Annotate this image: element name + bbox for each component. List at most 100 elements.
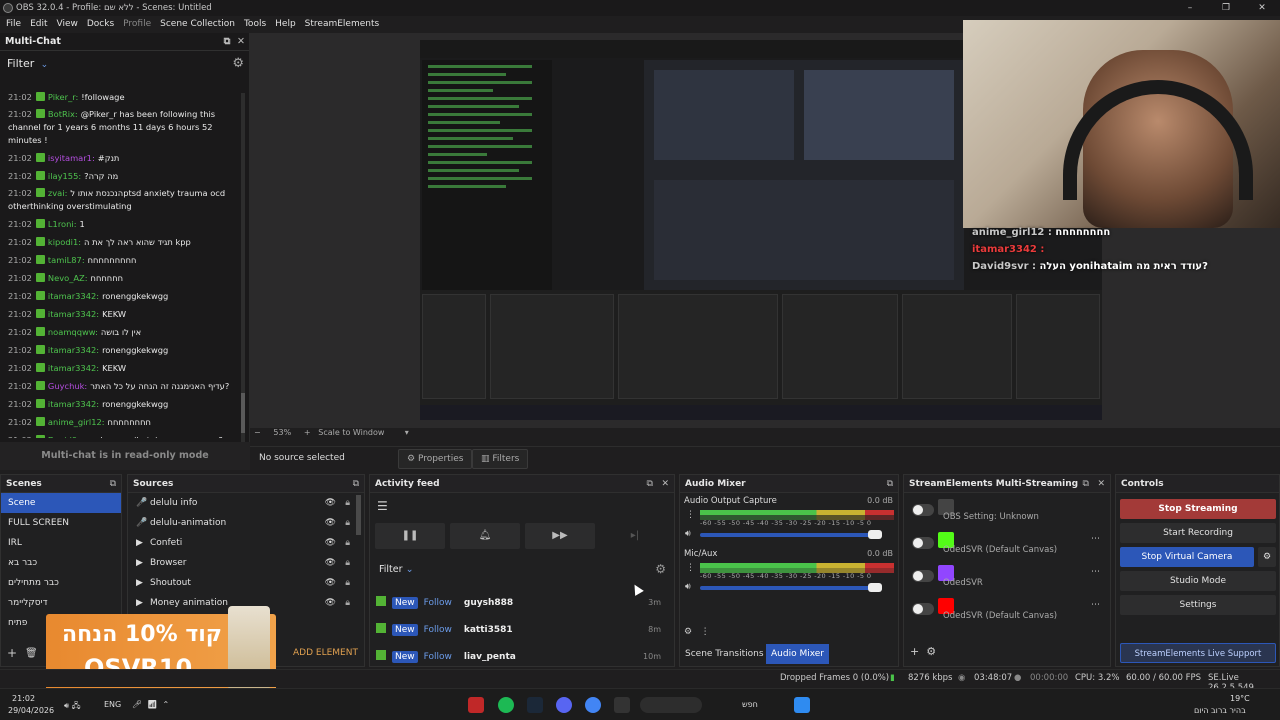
more-options-icon[interactable]: ⋯: [1091, 534, 1100, 544]
menu-tools[interactable]: Tools: [244, 19, 266, 29]
chat-username[interactable]: Guychuk:: [48, 381, 87, 391]
menu-file[interactable]: File: [6, 19, 21, 29]
tray-icons-2[interactable]: 🎤︎ 📶︎ ⌃: [132, 700, 169, 709]
menu-edit[interactable]: Edit: [30, 19, 47, 29]
zoom-out-icon[interactable]: −: [254, 428, 261, 437]
chrome-icon[interactable]: [585, 697, 601, 713]
chat-username[interactable]: itamar3342:: [48, 291, 99, 301]
chat-username[interactable]: itamar3342:: [48, 345, 99, 355]
sources-scrollbar[interactable]: [356, 495, 361, 535]
scene-item[interactable]: FULL SCREEN: [1, 513, 121, 533]
gear-icon[interactable]: ⚙: [655, 562, 666, 576]
settings-button[interactable]: Settings: [1120, 595, 1276, 615]
maximize-button[interactable]: ❐: [1208, 0, 1244, 16]
tray-icons[interactable]: 🔊︎ 🖧: [64, 700, 81, 714]
chat-username[interactable]: BotRix:: [48, 109, 78, 119]
source-item[interactable]: ▶ Confeti 👁︎ 🔒︎: [128, 533, 364, 553]
chat-username[interactable]: itamar3342:: [48, 363, 99, 373]
activity-row[interactable]: New Follow katti3581 8m: [376, 621, 661, 639]
chat-username[interactable]: isyitamar1:: [48, 153, 95, 163]
add-element-button[interactable]: ADD ELEMENT: [293, 648, 358, 658]
source-item[interactable]: ▶ Shoutout 👁︎ 🔒︎: [128, 573, 364, 593]
channel-menu-icon[interactable]: ⋮: [686, 563, 695, 573]
add-destination-icon[interactable]: + ⚙: [910, 645, 936, 658]
lock-icon[interactable]: 🔒︎: [345, 553, 350, 573]
lock-icon[interactable]: 🔒︎: [345, 573, 350, 593]
eye-icon[interactable]: 👁︎: [325, 513, 336, 533]
undock-icon[interactable]: ⧉: [224, 36, 231, 47]
gear-icon[interactable]: ⚙ ⋮: [684, 627, 710, 637]
menu-view[interactable]: View: [57, 19, 78, 29]
eye-icon[interactable]: 👁︎: [325, 533, 336, 553]
source-item[interactable]: ▶ Browser 👁︎ 🔒︎: [128, 553, 364, 573]
skip-icon[interactable]: ▶▶: [525, 523, 595, 549]
chat-username[interactable]: zvai:: [48, 188, 67, 198]
chat-username[interactable]: Nevo_AZ:: [48, 273, 88, 283]
scene-item[interactable]: דיסקליימר: [1, 593, 121, 613]
studio-mode-button[interactable]: Studio Mode: [1120, 571, 1276, 591]
chat-username[interactable]: anime_girl12:: [48, 417, 105, 427]
menu-streamelements[interactable]: StreamElements: [305, 19, 380, 29]
chat-username[interactable]: Piker_r:: [48, 92, 78, 102]
live-support-button[interactable]: StreamElements Live Support: [1120, 643, 1276, 663]
add-scene-button[interactable]: +: [7, 646, 17, 660]
activity-row[interactable]: New Follow liav_penta 10m: [376, 648, 661, 666]
menu-help[interactable]: Help: [275, 19, 296, 29]
tab-scene-transitions[interactable]: Scene Transitions: [680, 644, 769, 664]
more-options-icon[interactable]: ⋯: [1091, 567, 1100, 577]
scene-item[interactable]: כבר מתחילים: [1, 573, 121, 593]
toggle-switch[interactable]: [912, 603, 934, 615]
menu-docks[interactable]: Docks: [87, 19, 114, 29]
scale-mode-select[interactable]: Scale to Window: [318, 428, 384, 437]
gear-icon[interactable]: ⚙: [232, 56, 244, 71]
lock-icon[interactable]: 🔒︎: [345, 593, 350, 613]
eye-icon[interactable]: 👁︎: [325, 493, 336, 513]
pause-icon[interactable]: ❚❚: [375, 523, 445, 549]
more-options-icon[interactable]: ⋯: [1091, 600, 1100, 610]
chat-username[interactable]: David9svr:: [48, 435, 93, 438]
chat-username[interactable]: ilay155:: [48, 171, 81, 181]
close-icon[interactable]: ✕: [237, 36, 245, 47]
filters-button[interactable]: ▥ Filters: [472, 449, 529, 469]
chat-username[interactable]: itamar3342:: [48, 309, 99, 319]
chat-username[interactable]: L1roni:: [48, 219, 77, 229]
obs-taskbar-icon[interactable]: [614, 697, 630, 713]
activity-filter[interactable]: Filter ⌄: [379, 564, 414, 575]
minimize-button[interactable]: –: [1172, 0, 1208, 16]
stop-streaming-button[interactable]: Stop Streaming: [1120, 499, 1276, 519]
close-button[interactable]: ✕: [1244, 0, 1280, 16]
steam-icon[interactable]: [527, 697, 543, 713]
zoom-in-icon[interactable]: +: [304, 428, 311, 437]
multichat-filter[interactable]: Filter ⌄ ⚙: [0, 51, 249, 77]
menu-profile[interactable]: Profile: [123, 19, 151, 29]
hamburger-icon[interactable]: ☰: [377, 499, 388, 513]
next-icon[interactable]: ▸|: [600, 523, 670, 549]
toggle-switch[interactable]: [912, 570, 934, 582]
properties-button[interactable]: ⚙ Properties: [398, 449, 473, 469]
speaker-icon[interactable]: 🔊︎: [685, 582, 691, 592]
lock-icon[interactable]: 🔒︎: [345, 533, 350, 553]
scene-item[interactable]: Scene: [1, 493, 121, 513]
chat-scrollbar[interactable]: [241, 93, 245, 453]
channel-menu-icon[interactable]: ⋮: [686, 510, 695, 520]
spotify-icon[interactable]: [498, 697, 514, 713]
toggle-switch[interactable]: [912, 537, 934, 549]
app-icon[interactable]: [468, 697, 484, 713]
search-box[interactable]: [640, 697, 702, 713]
source-item[interactable]: 🎤 delulu-animation 👁︎ 🔒︎: [128, 513, 364, 533]
scene-item[interactable]: כבר בא: [1, 553, 121, 573]
chat-username[interactable]: noamqqww:: [48, 327, 98, 337]
eye-icon[interactable]: 👁︎: [325, 553, 336, 573]
language-indicator[interactable]: ENG: [104, 700, 121, 709]
tab-audio-mixer[interactable]: Audio Mixer: [766, 644, 829, 664]
chat-username[interactable]: tamiL87:: [48, 255, 85, 265]
eye-icon[interactable]: 👁︎: [325, 573, 336, 593]
source-item[interactable]: 🎤 delulu info 👁︎ 🔒︎: [128, 493, 364, 513]
bell-icon[interactable]: 🔔︎: [450, 523, 520, 549]
menu-scene-collection[interactable]: Scene Collection: [160, 19, 235, 29]
windows-start-icon[interactable]: [794, 697, 810, 713]
lock-icon[interactable]: 🔒︎: [345, 493, 350, 513]
search-label[interactable]: חפש: [742, 700, 758, 709]
stop-virtual-camera-button[interactable]: Stop Virtual Camera: [1120, 547, 1254, 567]
speaker-icon[interactable]: 🔊︎: [685, 529, 691, 539]
